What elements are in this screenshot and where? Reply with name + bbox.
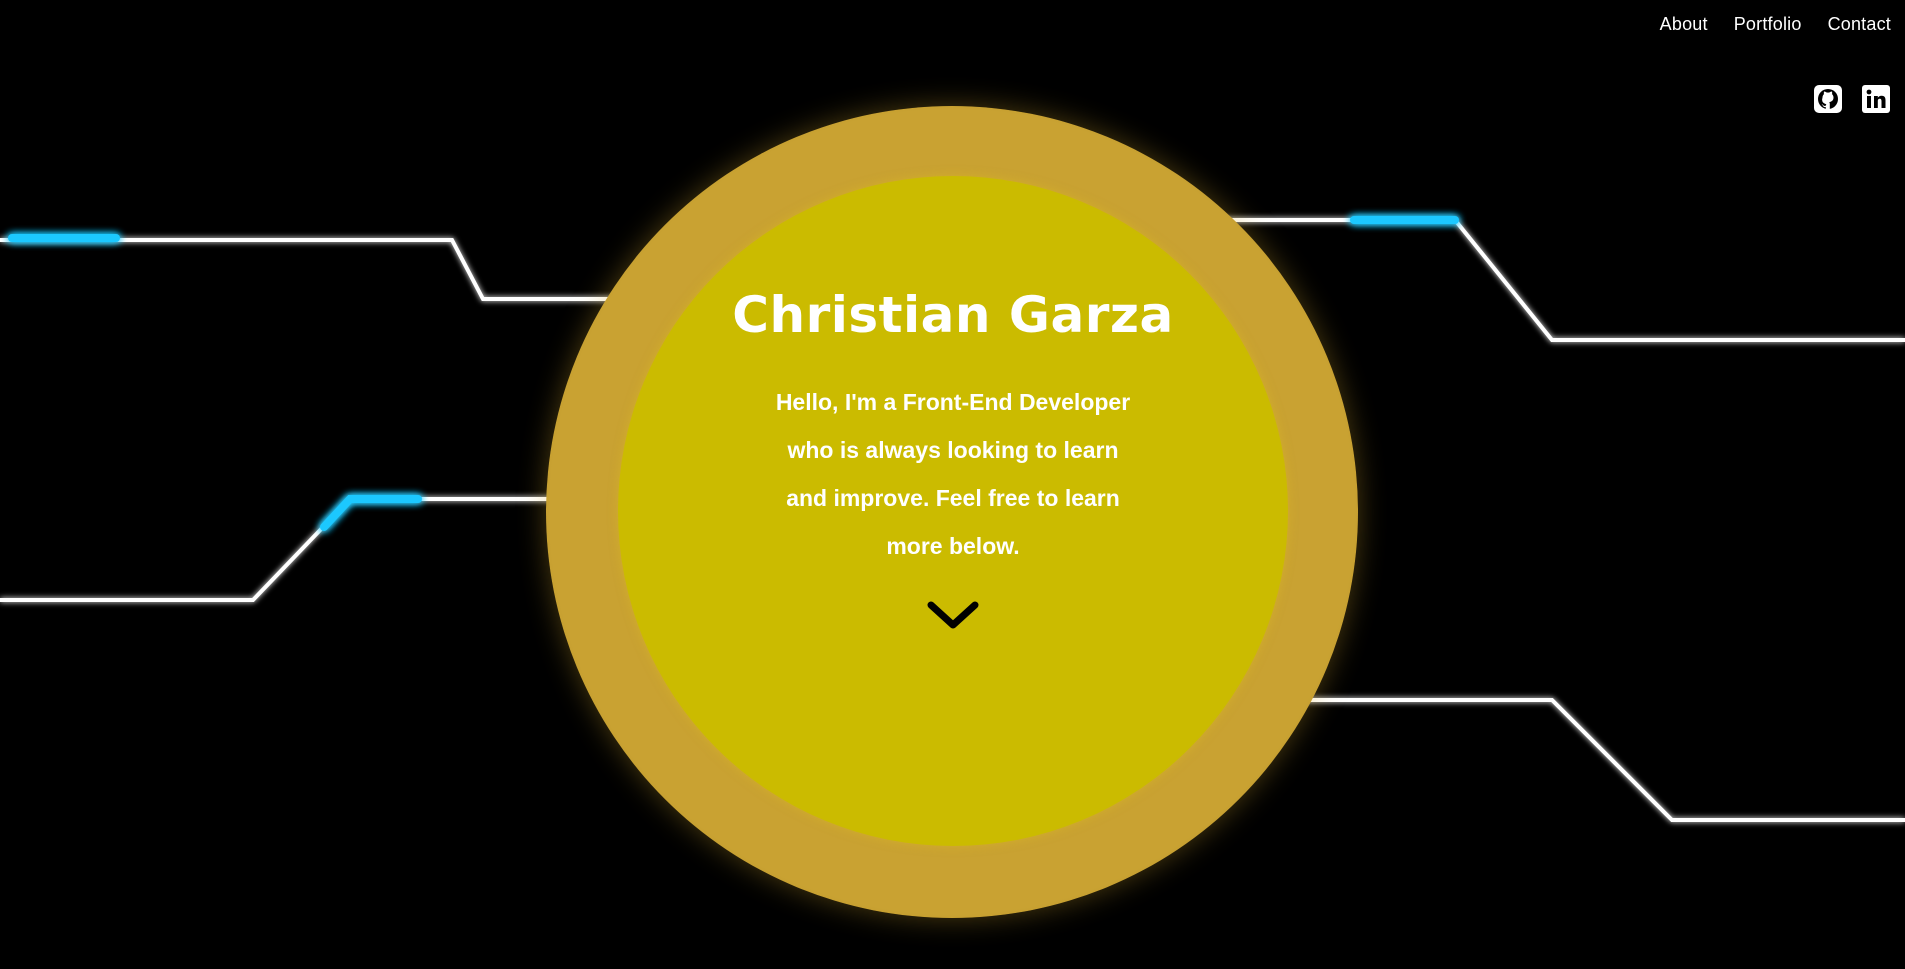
social-links	[1813, 84, 1891, 114]
hero-intro: Hello, I'm a Front-End Developer who is …	[775, 389, 1131, 559]
circuit-trace-left-top	[0, 238, 660, 301]
scroll-down-button[interactable]	[923, 597, 983, 637]
hero-content: Christian Garza Hello, I'm a Front-End D…	[618, 176, 1288, 570]
github-link[interactable]	[1813, 84, 1843, 114]
github-icon	[1814, 85, 1842, 113]
circuit-trace-left-bottom	[0, 497, 595, 602]
nav-link-about[interactable]: About	[1660, 14, 1708, 35]
nav-link-portfolio[interactable]: Portfolio	[1734, 14, 1802, 35]
main-nav: About Portfolio Contact	[1660, 14, 1891, 35]
linkedin-link[interactable]	[1861, 84, 1891, 114]
circuit-pulse-left-bottom	[320, 495, 422, 531]
chevron-down-icon	[927, 601, 979, 629]
circuit-trace-right-bottom	[1265, 698, 1905, 822]
nav-link-contact[interactable]: Contact	[1828, 14, 1891, 35]
landing-page: About Portfolio Contact Christian Garza …	[0, 0, 1905, 969]
hero-name: Christian Garza	[732, 286, 1174, 344]
linkedin-icon	[1862, 85, 1890, 113]
